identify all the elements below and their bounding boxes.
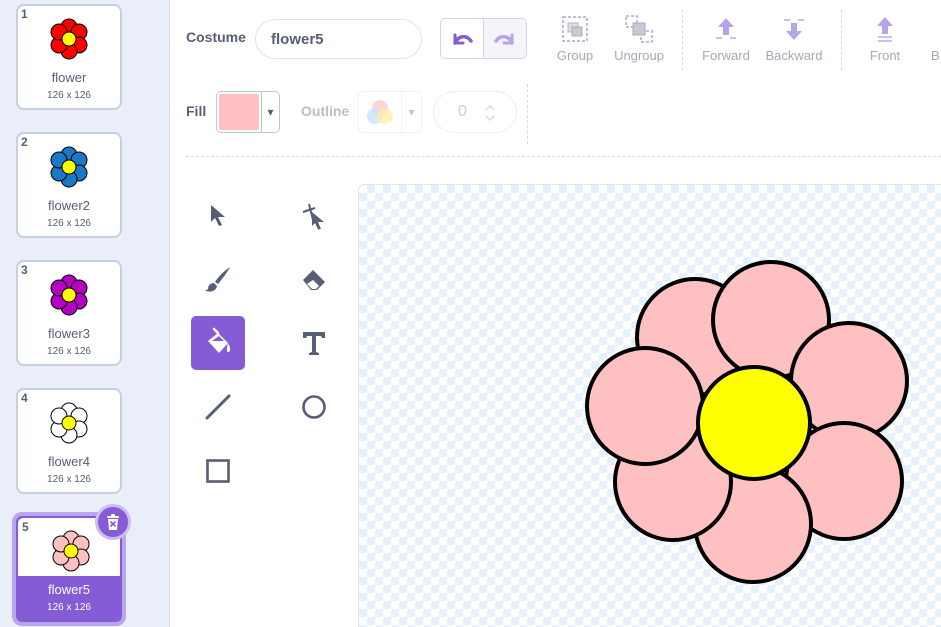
outline-dropdown-caret[interactable]: ▾	[401, 92, 421, 132]
flower-thumbnail	[50, 18, 88, 60]
line-tool[interactable]	[191, 380, 245, 434]
toolbar-separator	[186, 156, 941, 157]
petal[interactable]	[585, 346, 705, 466]
back-button[interactable]: B	[931, 14, 941, 63]
flower-drawing[interactable]	[359, 185, 941, 627]
costume-name: flower5	[48, 582, 90, 597]
mixed-color-icon	[367, 100, 393, 124]
toolbar-divider	[682, 10, 683, 70]
back-label: B	[931, 48, 940, 63]
ungroup-icon	[625, 15, 653, 43]
undo-redo-group	[440, 18, 527, 59]
outline-color-picker[interactable]: ▾	[358, 91, 422, 133]
costume-number: 3	[21, 263, 28, 277]
costume-label: Costume	[186, 29, 246, 45]
flower3-thumbnail	[50, 274, 88, 316]
costume-tile-1[interactable]: 1 flower 126 x 126	[16, 4, 122, 110]
circle-tool[interactable]	[287, 380, 341, 434]
costume-list: 1 flower 126 x 126 2 flower2 126 x 126 3	[0, 0, 170, 627]
costume-name: flower4	[48, 454, 90, 469]
forward-label: Forward	[702, 48, 750, 63]
costume-name: flower3	[48, 326, 90, 341]
costume-size: 126 x 126	[47, 346, 91, 357]
eraser-tool[interactable]	[287, 252, 341, 306]
ungroup-label: Ungroup	[614, 48, 664, 63]
select-tool[interactable]	[191, 188, 245, 242]
flower4-thumbnail	[50, 402, 88, 444]
undo-icon	[453, 33, 473, 45]
costume-size: 126 x 126	[47, 474, 91, 485]
costume-tile-2[interactable]: 2 flower2 126 x 126	[16, 132, 122, 238]
front-icon	[877, 17, 893, 42]
toolbar-divider	[527, 84, 528, 144]
line-icon	[205, 394, 231, 420]
forward-button[interactable]: Forward	[691, 14, 761, 63]
group-label: Group	[556, 48, 594, 63]
front-button[interactable]: Front	[850, 14, 920, 63]
costume-name: flower2	[48, 198, 90, 213]
costume-number: 2	[21, 135, 28, 149]
reshape-tool[interactable]	[287, 188, 341, 242]
costume-number: 5	[22, 520, 29, 534]
outline-label: Outline	[301, 103, 350, 119]
costume-number: 4	[21, 391, 28, 405]
stepper-icon	[485, 104, 495, 122]
forward-icon	[716, 18, 736, 39]
ungroup-button[interactable]: Ungroup	[604, 14, 674, 63]
paint-canvas[interactable]	[358, 184, 941, 627]
text-icon	[303, 332, 325, 355]
group-icon	[562, 16, 588, 42]
rectangle-tool[interactable]	[191, 444, 245, 498]
costume-name-input[interactable]	[255, 19, 422, 59]
outline-width-input[interactable]: 0	[433, 91, 517, 133]
fill-color-swatch	[219, 94, 259, 130]
backward-button[interactable]: Backward	[759, 14, 829, 63]
fill-color-picker[interactable]: ▾	[216, 91, 280, 133]
fill-tool[interactable]	[191, 316, 245, 370]
front-label: Front	[869, 48, 901, 63]
paint-bucket-icon	[208, 327, 231, 353]
redo-button[interactable]	[483, 19, 526, 58]
eraser-icon	[303, 270, 325, 290]
rectangle-icon	[206, 459, 230, 483]
costume-size: 126 x 126	[47, 218, 91, 229]
costume-tile-3[interactable]: 3 flower3 126 x 126	[16, 260, 122, 366]
outline-width-value: 0	[458, 103, 467, 120]
costume-size: 126 x 126	[47, 602, 91, 613]
undo-button[interactable]	[441, 19, 483, 58]
flower5-thumbnail	[52, 530, 90, 572]
fill-label: Fill	[186, 103, 207, 119]
reshape-icon	[302, 203, 324, 230]
arrow-cursor-icon	[211, 205, 225, 226]
toolbar-divider	[841, 10, 842, 70]
group-button[interactable]: Group	[540, 14, 610, 63]
text-tool[interactable]	[287, 316, 341, 370]
delete-costume-button[interactable]	[95, 504, 131, 540]
brush-icon	[205, 267, 230, 292]
flower-center[interactable]	[696, 365, 812, 481]
fill-dropdown-caret[interactable]: ▾	[261, 92, 279, 132]
circle-icon	[302, 395, 326, 419]
flower2-thumbnail	[50, 146, 88, 188]
backward-icon	[784, 19, 804, 40]
costume-tile-4[interactable]: 4 flower4 126 x 126	[16, 388, 122, 494]
costume-name: flower	[51, 70, 87, 85]
costume-size: 126 x 126	[47, 90, 91, 101]
trash-icon	[107, 514, 119, 530]
costume-number: 1	[21, 7, 28, 21]
brush-tool[interactable]	[191, 252, 245, 306]
redo-icon	[494, 33, 514, 45]
backward-label: Backward	[765, 48, 823, 63]
